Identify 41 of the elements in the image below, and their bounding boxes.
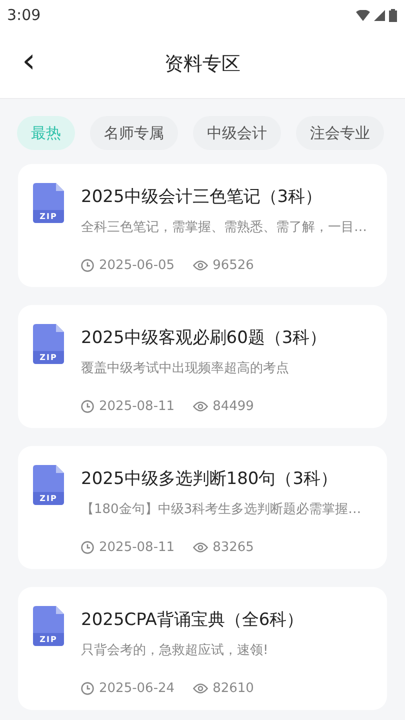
zip-file-icon: ZIP <box>33 183 64 223</box>
publish-date: 2025-08-11 <box>99 399 175 414</box>
status-time: 3:09 <box>7 6 41 24</box>
publish-date: 2025-08-11 <box>99 540 175 555</box>
eye-icon <box>192 683 208 694</box>
eye-icon <box>192 542 208 553</box>
publish-date: 2025-06-24 <box>99 681 175 696</box>
signal-icon <box>374 10 385 20</box>
clock-icon <box>81 541 94 554</box>
clock-icon <box>81 400 94 413</box>
view-count: 82610 <box>212 681 254 696</box>
resource-description: 只背会考的，急救超应试，速领! <box>81 642 270 659</box>
eye-icon <box>192 401 208 412</box>
wifi-icon <box>356 10 370 20</box>
resource-description: 覆盖中级考试中出现频率超高的考点 <box>81 360 290 377</box>
view-count: 83265 <box>212 540 254 555</box>
publish-date: 2025-06-05 <box>99 258 175 273</box>
zip-file-icon: ZIP <box>33 606 64 646</box>
resource-description: 【180金句】中级3科考生多选判断题必需掌握… <box>81 501 362 518</box>
resource-title: 2025中级多选判断180句（3科） <box>81 468 339 490</box>
battery-icon <box>389 8 397 22</box>
resource-card[interactable]: ZIP 2025中级多选判断180句（3科） 【180金句】中级3科考生多选判断题必需掌握… 2025-08-11 83265 <box>18 446 387 569</box>
clock-icon <box>81 259 94 272</box>
resource-title: 2025中级客观必刷60题（3科） <box>81 327 327 349</box>
resource-card[interactable]: ZIP 2025中级会计三色笔记（3科） 全科三色笔记，需掌握、需熟悉、需了解，一目… 2025-06-05 96526 <box>18 164 387 287</box>
resource-card[interactable]: ZIP 2025中级客观必刷60题（3科） 覆盖中级考试中出现频率超高的考点 2025-08-11 84499 <box>18 305 387 428</box>
page-title: 资料专区 <box>164 52 240 77</box>
view-count: 96526 <box>212 258 254 273</box>
category-tab[interactable]: 中级会计 <box>193 116 281 150</box>
eye-icon <box>192 260 208 271</box>
resource-title: 2025CPA背诵宝典（全6科） <box>81 609 304 631</box>
resource-description: 全科三色笔记，需掌握、需熟悉、需了解，一目… <box>81 219 367 236</box>
resource-card[interactable]: ZIP 2025CPA背诵宝典（全6科） 只背会考的，急救超应试，速领! 2025-06-24 82610 <box>18 587 387 710</box>
category-tab[interactable]: 注会专业 <box>296 116 384 150</box>
category-tab[interactable]: 名师专属 <box>90 116 178 150</box>
zip-file-icon: ZIP <box>33 324 64 364</box>
back-button[interactable]: ‹ <box>22 44 36 84</box>
resource-title: 2025中级会计三色笔记（3科） <box>81 186 324 208</box>
zip-file-icon: ZIP <box>33 465 64 505</box>
view-count: 84499 <box>212 399 254 414</box>
clock-icon <box>81 682 94 695</box>
